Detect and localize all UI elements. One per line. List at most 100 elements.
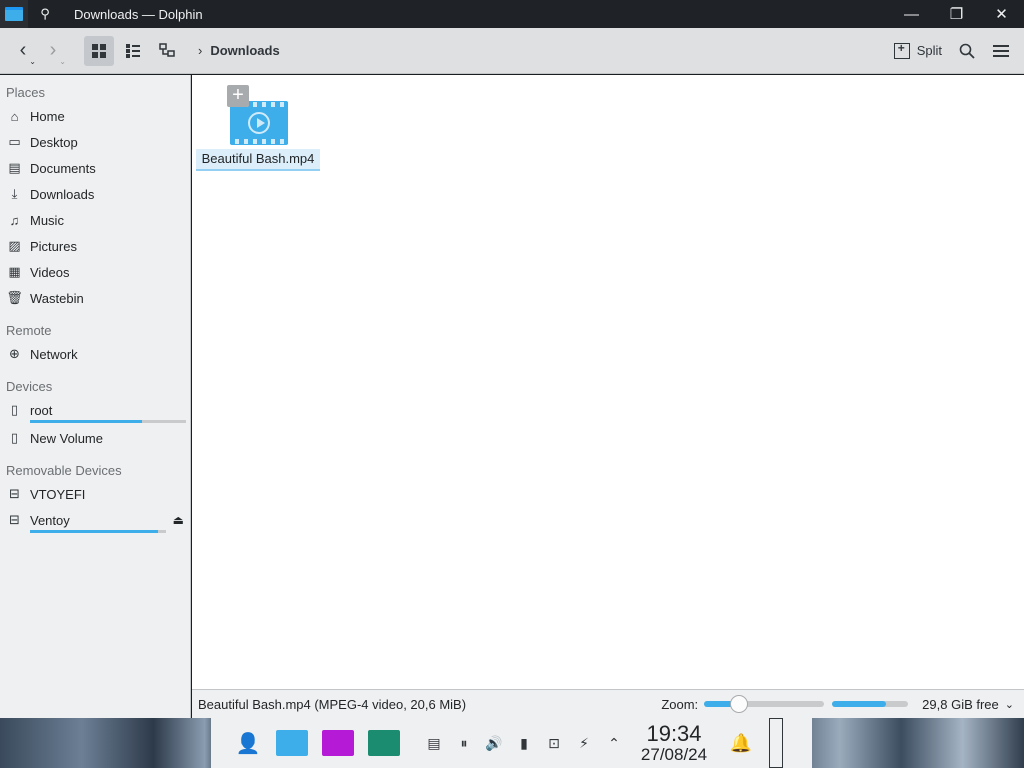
sidebar-item-downloads[interactable]: ⤓ Downloads — [0, 181, 190, 207]
free-space-bar — [832, 701, 909, 707]
free-space-text[interactable]: 29,8 GiB free — [922, 697, 999, 712]
file-item[interactable]: + Beautiful Bash.mp4 — [196, 83, 320, 171]
sidebar-item-ventoy[interactable]: ⊟ Ventoy ⏏ — [0, 507, 190, 533]
power-disconnected-icon: ⚡ — [579, 734, 589, 751]
file-view[interactable]: + Beautiful Bash.mp4 — [192, 75, 1024, 689]
sidebar-item-new-volume[interactable]: ▯ New Volume — [0, 425, 190, 451]
sidebar-item-root[interactable]: ▯ root — [0, 397, 190, 423]
sidebar-item-network[interactable]: ⊕ Network — [0, 341, 190, 367]
devices-tray-button[interactable]: ▮ — [509, 718, 539, 768]
back-history-chevron-icon[interactable]: ⌄ — [29, 57, 36, 66]
sidebar-item-documents[interactable]: ▤ Documents — [0, 155, 190, 181]
dolphin-task-icon — [276, 730, 308, 756]
back-icon: ‹ — [19, 39, 27, 61]
volume-tray-button[interactable]: 🔊 — [479, 718, 509, 768]
clock-time: 19:34 — [646, 721, 702, 746]
close-button[interactable]: ✕ — [979, 0, 1024, 28]
application-launcher-button[interactable]: 👤 — [227, 718, 269, 768]
bell-icon: 🔔 — [729, 732, 753, 753]
sidebar-item-label: Home — [30, 108, 65, 124]
remote-section-title: Remote — [6, 323, 52, 338]
root-capacity-bar — [30, 420, 186, 423]
ventoy-capacity-fill — [30, 530, 158, 533]
notifications-button[interactable]: 🔔 — [719, 718, 763, 768]
sidebar-item-label: VTOYEFI — [30, 486, 86, 502]
usb-drive-icon: ▮ — [520, 734, 528, 751]
breadcrumb: › Downloads — [198, 43, 886, 58]
sidebar-item-label: Documents — [30, 160, 96, 176]
task-terminal[interactable] — [315, 718, 361, 768]
task-system-monitor[interactable] — [361, 718, 407, 768]
documents-icon: ▤ — [8, 160, 21, 175]
status-text: Beautiful Bash.mp4 (MPEG-4 video, 20,6 M… — [198, 696, 467, 712]
video-file-icon — [230, 101, 288, 145]
compact-view-button[interactable] — [118, 36, 148, 66]
file-name: Beautiful Bash.mp4 — [196, 149, 320, 171]
usb-warning-icon: ⊟ — [9, 486, 20, 501]
system-monitor-task-icon — [368, 730, 400, 756]
dolphin-app-icon[interactable] — [0, 0, 28, 28]
sidebar-item-music[interactable]: ♫ Music — [0, 207, 190, 233]
free-space-chevron-down-icon[interactable]: ⌄ — [1005, 698, 1014, 711]
forward-button[interactable]: › ⌄ — [38, 36, 68, 66]
zoom-slider-handle[interactable] — [729, 695, 748, 713]
sidebar-item-desktop[interactable]: ▭ Desktop — [0, 129, 190, 155]
clipboard-tray-button[interactable]: ▤ — [419, 718, 449, 768]
minimize-button[interactable]: — — [889, 0, 934, 28]
sidebar-item-label: Network — [30, 346, 78, 362]
search-button[interactable] — [950, 36, 984, 66]
downloads-icon: ⤓ — [11, 186, 18, 201]
zoom-slider[interactable] — [704, 695, 825, 713]
task-dolphin[interactable] — [269, 718, 315, 768]
title-bar: ⚲ Downloads — Dolphin — ❐ ✕ — [0, 0, 1024, 28]
status-bar: Beautiful Bash.mp4 (MPEG-4 video, 20,6 M… — [192, 689, 1024, 718]
pause-icon: ⏸ — [460, 734, 468, 751]
sidebar-item-videos[interactable]: ▦ Videos — [0, 259, 190, 285]
tray-expander-button[interactable]: ⌃ — [599, 718, 629, 768]
digital-clock[interactable]: 19:34 27/08/24 — [629, 718, 719, 768]
pin-button[interactable]: ⚲ — [28, 0, 62, 28]
media-player-tray-button[interactable]: ⏸ — [449, 718, 479, 768]
network-wired-icon: ⊡ — [548, 734, 560, 751]
breadcrumb-chevron-icon[interactable]: › — [198, 43, 202, 58]
search-icon — [959, 43, 975, 59]
hamburger-menu-icon — [993, 44, 1009, 57]
sidebar-item-label: New Volume — [30, 430, 103, 446]
ventoy-capacity-bar — [30, 530, 166, 533]
icons-view-icon — [92, 43, 106, 58]
drive-icon: ▯ — [10, 402, 19, 417]
drive-warning-icon: ▯ — [10, 430, 19, 445]
clipboard-icon: ▤ — [427, 734, 441, 751]
window-title: Downloads — Dolphin — [74, 6, 203, 22]
details-view-button[interactable] — [152, 36, 182, 66]
power-tray-button[interactable]: ⚡ — [569, 718, 599, 768]
sidebar-item-home[interactable]: ⌂ Home — [0, 103, 190, 129]
pictures-icon: ▨ — [8, 238, 21, 253]
videos-icon: ▦ — [8, 264, 21, 279]
zoom-label: Zoom: — [661, 696, 699, 712]
sidebar-item-label: Desktop — [30, 134, 78, 150]
terminal-task-icon — [322, 730, 354, 756]
eject-icon[interactable]: ⏏ — [173, 513, 184, 527]
sidebar-item-label: root — [30, 402, 53, 418]
back-button[interactable]: ‹ ⌄ — [8, 36, 38, 66]
selection-toggle-icon[interactable]: + — [227, 85, 249, 107]
free-space-fill — [832, 701, 887, 707]
sidebar-item-label: Videos — [30, 264, 70, 280]
sidebar-item-vtoyefi[interactable]: ⊟ VTOYEFI — [0, 481, 190, 507]
icons-view-button[interactable] — [84, 35, 114, 66]
clock-date: 27/08/24 — [640, 745, 708, 764]
restore-button[interactable]: ❐ — [934, 0, 979, 28]
places-panel: Places ⌂ Home ▭ Desktop ▤ Documents ⤓ Downlo… — [0, 75, 191, 718]
sidebar-item-pictures[interactable]: ▨ Pictures — [0, 233, 190, 259]
toolbar: ‹ ⌄ › ⌄ › Downloads Split — [0, 28, 1024, 74]
breadcrumb-item-downloads[interactable]: Downloads — [210, 43, 279, 58]
split-button[interactable]: Split — [886, 36, 950, 66]
network-tray-button[interactable]: ⊡ — [539, 718, 569, 768]
sidebar-item-wastebin[interactable]: 🗑 Wastebin — [0, 285, 190, 311]
chevron-up-icon: ⌃ — [608, 734, 620, 751]
show-desktop-button[interactable] — [769, 718, 783, 768]
network-icon: ⊕ — [9, 346, 20, 361]
forward-history-chevron-icon[interactable]: ⌄ — [59, 57, 66, 66]
hamburger-menu-button[interactable] — [984, 36, 1018, 66]
